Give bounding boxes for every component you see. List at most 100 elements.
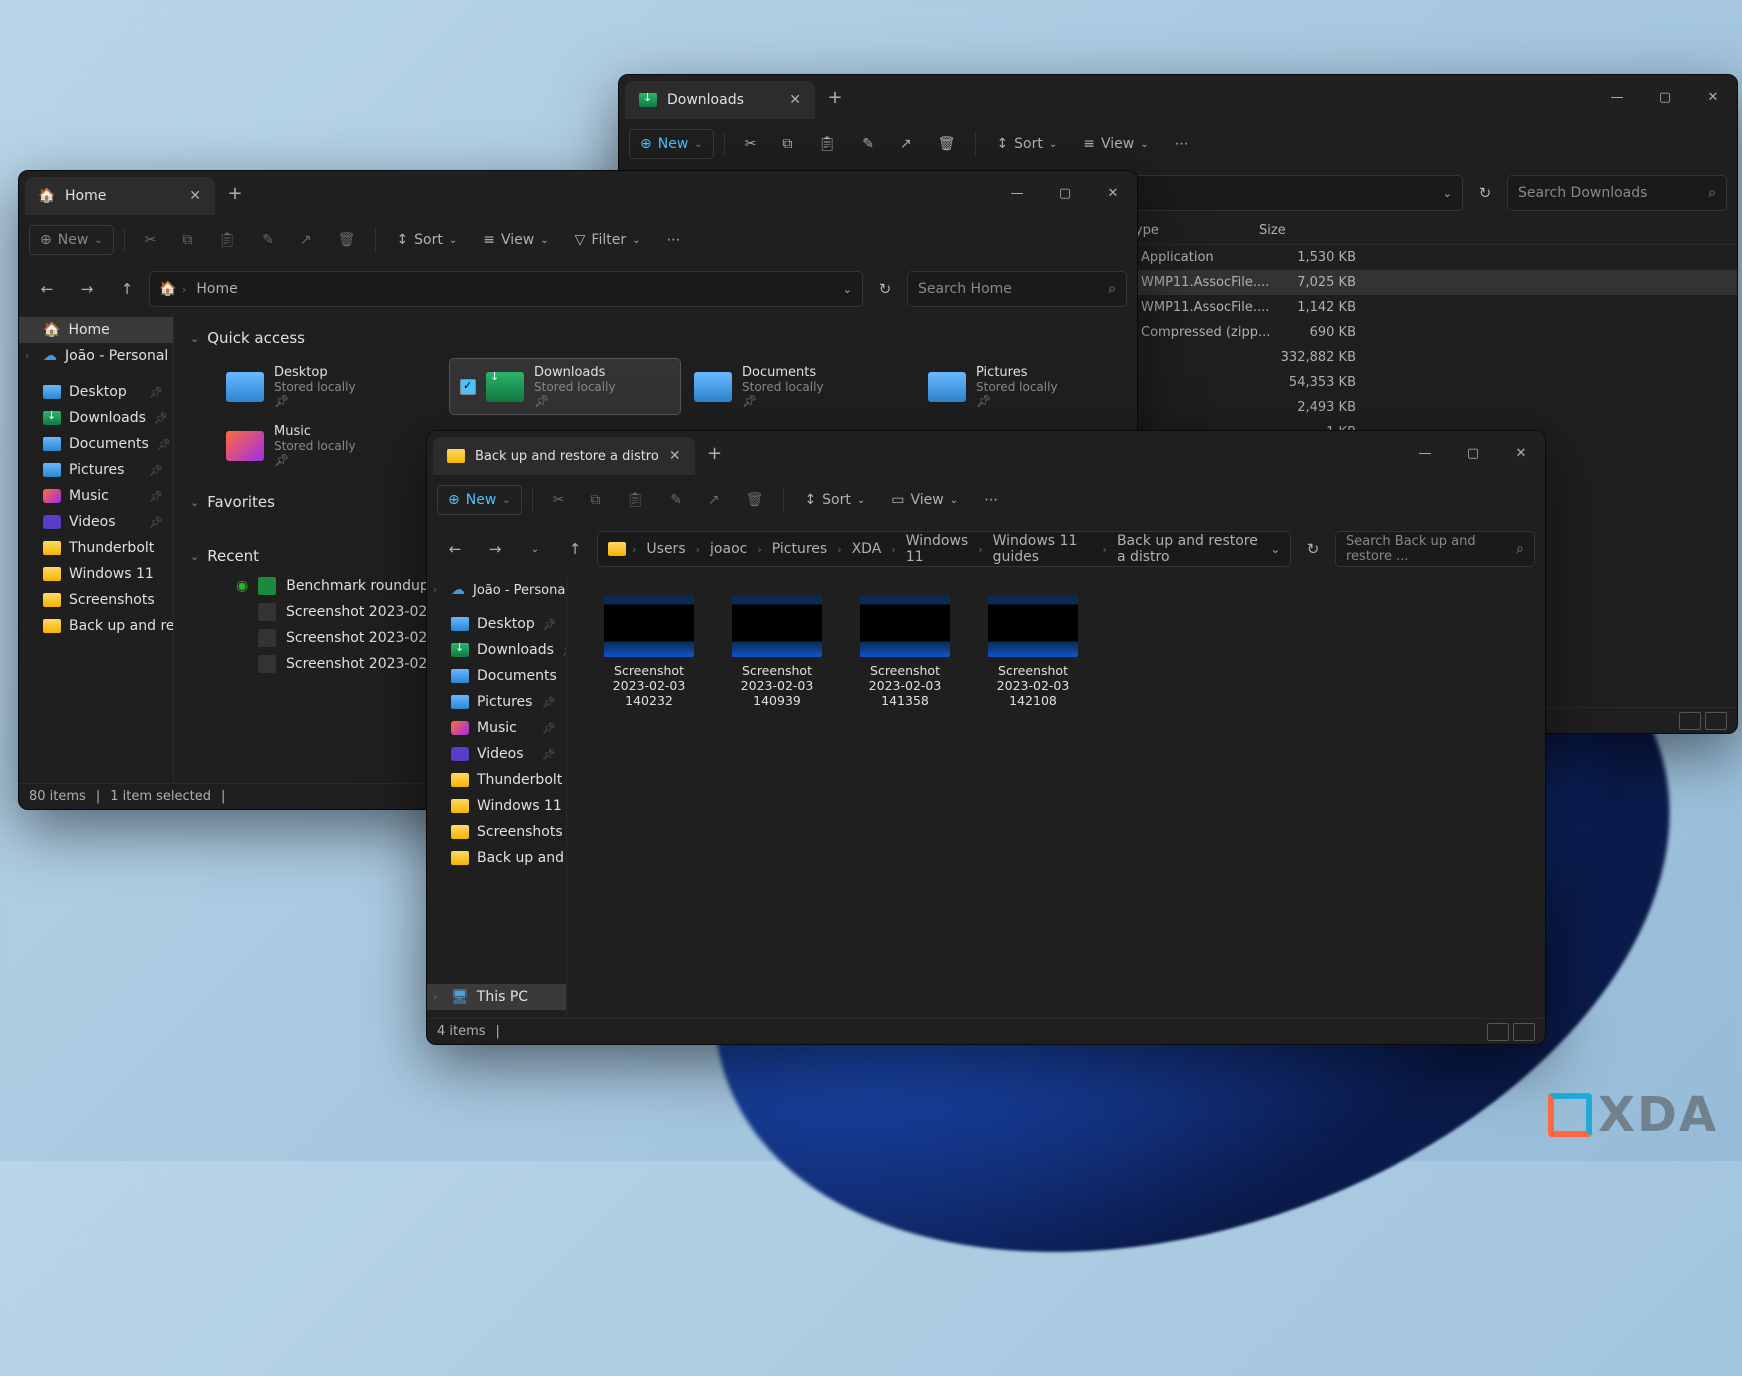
copy-button[interactable]: ⧉ <box>580 486 610 514</box>
sidebar-item-windows11[interactable]: Windows 11 <box>427 793 566 819</box>
file-item[interactable]: Screenshot2023-02-03140232 <box>599 595 699 708</box>
sidebar-item-backup[interactable]: Back up and res <box>19 613 173 639</box>
refresh-button[interactable]: ↻ <box>867 271 903 307</box>
cut-button[interactable]: ✂ <box>543 486 575 514</box>
sort-button[interactable]: ↕ Sort ⌄ <box>986 130 1067 158</box>
breadcrumb-home[interactable]: Home <box>192 279 241 299</box>
icons-view-button[interactable] <box>1513 1023 1535 1041</box>
sidebar-item-downloads[interactable]: Downloads📌︎ <box>427 637 566 663</box>
new-tab-button[interactable]: + <box>215 171 255 215</box>
sidebar-item-downloads[interactable]: Downloads📌︎ <box>19 405 173 431</box>
tab-backup[interactable]: Back up and restore a distro ✕ <box>433 437 695 475</box>
rename-button[interactable]: ✎ <box>852 130 884 158</box>
column-size[interactable]: Size <box>1259 223 1339 238</box>
address-bar[interactable]: 🏠 › Home ⌄ <box>149 271 863 307</box>
sidebar-item-pictures[interactable]: Pictures📌︎ <box>19 457 173 483</box>
quick-access-music[interactable]: MusicStored locally📌︎ <box>216 418 446 473</box>
forward-button[interactable]: → <box>477 531 513 567</box>
sidebar-item-music[interactable]: Music📌︎ <box>427 715 566 741</box>
minimize-button[interactable]: — <box>1401 431 1449 475</box>
crumb-users[interactable]: Users <box>642 539 689 559</box>
rename-button[interactable]: ✎ <box>660 486 692 514</box>
checkbox-checked-icon[interactable] <box>460 379 476 395</box>
delete-button[interactable]: 🗑︎ <box>736 486 774 514</box>
sidebar-item-thunderbolt[interactable]: Thunderbolt <box>19 535 173 561</box>
sidebar-item-desktop[interactable]: Desktop📌︎ <box>427 611 566 637</box>
sidebar-item-documents[interactable]: Documents📌︎ <box>19 431 173 457</box>
crumb-joaoc[interactable]: joaoc <box>706 539 751 559</box>
details-view-button[interactable] <box>1679 712 1701 730</box>
details-view-button[interactable] <box>1487 1023 1509 1041</box>
paste-button[interactable]: 📋︎ <box>208 226 246 254</box>
sort-button[interactable]: ↕ Sort ⌄ <box>386 226 467 254</box>
paste-button[interactable]: 📋︎ <box>808 130 846 158</box>
close-button[interactable]: ✕ <box>1689 75 1737 119</box>
file-item[interactable]: Screenshot2023-02-03141358 <box>855 595 955 708</box>
forward-button[interactable]: → <box>69 271 105 307</box>
sort-button[interactable]: ↕ Sort ⌄ <box>794 486 875 514</box>
delete-button[interactable]: 🗑︎ <box>328 226 366 254</box>
more-button[interactable]: ⋯ <box>974 486 1008 514</box>
sidebar-item-windows11[interactable]: Windows 11 <box>19 561 173 587</box>
search-box[interactable]: Search Home ⌕ <box>907 271 1127 307</box>
back-button[interactable]: ← <box>29 271 65 307</box>
sidebar-personal[interactable]: ›☁João - Personal <box>427 577 566 603</box>
maximize-button[interactable]: ▢ <box>1641 75 1689 119</box>
address-bar[interactable]: ›Users ›joaoc ›Pictures ›XDA ›Windows 11… <box>597 531 1291 567</box>
share-button[interactable]: ↗ <box>698 486 730 514</box>
sidebar-item-screenshots[interactable]: Screenshots <box>427 819 566 845</box>
share-button[interactable]: ↗ <box>290 226 322 254</box>
cut-button[interactable]: ✂ <box>735 130 767 158</box>
crumb-guides[interactable]: Windows 11 guides <box>989 531 1097 567</box>
crumb-windows11[interactable]: Windows 11 <box>902 531 973 567</box>
sidebar-item-videos[interactable]: Videos📌︎ <box>427 741 566 767</box>
view-button[interactable]: ≡ View ⌄ <box>1073 130 1158 158</box>
more-button[interactable]: ⋯ <box>656 226 690 254</box>
close-button[interactable]: ✕ <box>1497 431 1545 475</box>
search-box[interactable]: Search Downloads ⌕ <box>1507 175 1727 211</box>
new-button[interactable]: ⊕ New ⌄ <box>29 225 114 255</box>
file-item[interactable]: Screenshot2023-02-03140939 <box>727 595 827 708</box>
new-tab-button[interactable]: + <box>815 75 855 119</box>
sidebar-item-thunderbolt[interactable]: Thunderbolt <box>427 767 566 793</box>
quick-access-downloads[interactable]: DownloadsStored locally📌︎ <box>450 359 680 414</box>
tab-close-button[interactable]: ✕ <box>189 188 201 204</box>
maximize-button[interactable]: ▢ <box>1041 171 1089 215</box>
crumb-pictures[interactable]: Pictures <box>768 539 831 559</box>
sidebar-personal[interactable]: ›☁João - Personal <box>19 343 173 369</box>
sidebar-item-backup[interactable]: Back up and res <box>427 845 566 871</box>
crumb-xda[interactable]: XDA <box>848 539 886 559</box>
section-quick-access[interactable]: ⌄Quick access <box>186 321 1125 355</box>
minimize-button[interactable]: — <box>1593 75 1641 119</box>
tab-close-button[interactable]: ✕ <box>669 448 681 464</box>
sidebar-item-desktop[interactable]: Desktop📌︎ <box>19 379 173 405</box>
new-tab-button[interactable]: + <box>695 431 735 475</box>
search-box[interactable]: Search Back up and restore ... ⌕ <box>1335 531 1535 567</box>
new-button[interactable]: ⊕ New ⌄ <box>629 129 714 159</box>
icons-view-button[interactable] <box>1705 712 1727 730</box>
column-type[interactable]: Type <box>1129 223 1259 238</box>
up-button[interactable]: ↑ <box>557 531 593 567</box>
quick-access-desktop[interactable]: DesktopStored locally📌︎ <box>216 359 446 414</box>
sidebar-home[interactable]: 🏠Home <box>19 317 173 343</box>
cut-button[interactable]: ✂ <box>135 226 167 254</box>
dropdown-button[interactable]: ⌄ <box>517 531 553 567</box>
close-button[interactable]: ✕ <box>1089 171 1137 215</box>
sidebar-item-documents[interactable]: Documents📌︎ <box>427 663 566 689</box>
share-button[interactable]: ↗ <box>890 130 922 158</box>
more-button[interactable]: ⋯ <box>1165 130 1199 158</box>
quick-access-pictures[interactable]: PicturesStored locally📌︎ <box>918 359 1137 414</box>
sidebar-item-videos[interactable]: Videos📌︎ <box>19 509 173 535</box>
refresh-button[interactable]: ↻ <box>1295 531 1331 567</box>
rename-button[interactable]: ✎ <box>252 226 284 254</box>
file-item[interactable]: Screenshot2023-02-03142108 <box>983 595 1083 708</box>
tab-close-button[interactable]: ✕ <box>789 92 801 108</box>
crumb-backup[interactable]: Back up and restore a distro <box>1113 531 1267 567</box>
sidebar-this-pc[interactable]: ›🖥︎This PC <box>427 984 566 1010</box>
maximize-button[interactable]: ▢ <box>1449 431 1497 475</box>
sidebar-item-music[interactable]: Music📌︎ <box>19 483 173 509</box>
copy-button[interactable]: ⧉ <box>172 226 202 254</box>
up-button[interactable]: ↑ <box>109 271 145 307</box>
view-button[interactable]: ▭ View ⌄ <box>881 486 968 514</box>
delete-button[interactable]: 🗑︎ <box>928 130 966 158</box>
